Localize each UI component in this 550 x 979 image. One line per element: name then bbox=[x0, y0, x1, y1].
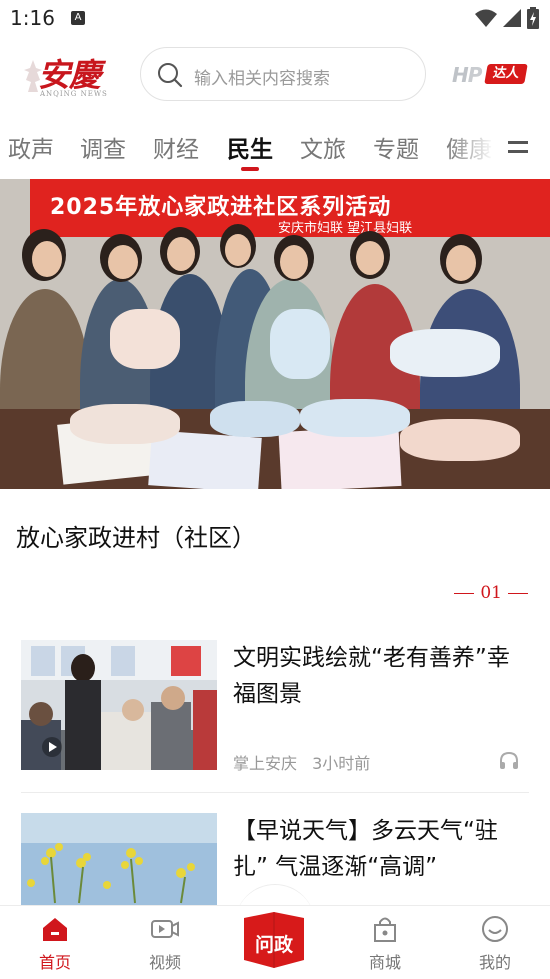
wifi-icon bbox=[475, 9, 497, 27]
indicator-line bbox=[508, 592, 528, 594]
nav-video[interactable]: 视频 bbox=[130, 914, 200, 978]
nav-wenzheng-label: 问政 bbox=[254, 934, 293, 956]
hero-headline[interactable]: 放心家政进村（社区） bbox=[16, 518, 256, 553]
nav-wenzheng[interactable]: 问政 bbox=[241, 908, 307, 970]
person-face bbox=[167, 237, 195, 271]
category-tabs: 政声 调查 财经 民生 文旅 专题 健康 bbox=[0, 122, 550, 174]
nav-profile-label: 我的 bbox=[478, 953, 511, 972]
news-list-item[interactable]: 文明实践绘就“老有善养”幸福图景 掌上安庆 3小时前 bbox=[0, 640, 550, 795]
news-thumbnail bbox=[21, 640, 217, 770]
battery-icon bbox=[527, 7, 539, 29]
active-tab-indicator bbox=[241, 167, 259, 171]
nav-video-label: 视频 bbox=[148, 953, 181, 972]
signal-icon bbox=[503, 9, 521, 27]
logo-subtext: ANQING NEWS bbox=[40, 90, 108, 98]
tab-diaocha[interactable]: 调查 bbox=[80, 130, 126, 164]
person-face bbox=[446, 245, 476, 281]
status-time: 1:16 bbox=[10, 6, 55, 30]
person-face bbox=[108, 245, 138, 279]
baby-doll bbox=[300, 399, 410, 437]
news-source: 掌上安庆 bbox=[233, 754, 298, 773]
hero-banner-subtext: 安庆市妇联 望江县妇联 bbox=[278, 221, 413, 236]
nav-home-label: 首页 bbox=[38, 953, 71, 972]
baby-doll bbox=[270, 309, 330, 379]
tab-minsheng[interactable]: 民生 bbox=[227, 130, 273, 164]
hero-image[interactable]: 2025年放心家政进社区系列活动 安庆市妇联 望江县妇联 bbox=[0, 179, 550, 489]
profile-icon bbox=[482, 916, 508, 942]
baby-doll bbox=[400, 419, 520, 461]
indicator-line bbox=[454, 592, 475, 594]
app-header: 安慶 ANQING NEWS 输入相关内容搜索 HP 达人 bbox=[0, 38, 550, 112]
baby-doll bbox=[70, 404, 180, 444]
person-face bbox=[356, 241, 384, 275]
indicator-number: 01 bbox=[480, 583, 502, 603]
tab-wenlv[interactable]: 文旅 bbox=[300, 130, 346, 164]
status-bar: 1:16 A bbox=[0, 0, 550, 38]
news-title: 【早说天气】多云天气“驻扎” 气温逐渐“高调” bbox=[233, 818, 498, 880]
sim-notification-icon: A bbox=[71, 11, 85, 25]
search-bar[interactable]: 输入相关内容搜索 bbox=[140, 47, 426, 101]
daren-button[interactable]: HP 达人 bbox=[452, 62, 528, 88]
menu-icon[interactable] bbox=[506, 136, 530, 158]
search-placeholder: 输入相关内容搜索 bbox=[194, 69, 330, 89]
daren-label: 达人 bbox=[484, 64, 528, 84]
baby-doll bbox=[210, 401, 300, 437]
person-face bbox=[280, 245, 308, 279]
baby-doll bbox=[390, 329, 500, 377]
search-icon bbox=[158, 63, 183, 88]
anqing-logo: 安慶 ANQING NEWS bbox=[20, 50, 112, 102]
carousel-indicator: 01 bbox=[454, 582, 528, 604]
play-icon[interactable] bbox=[41, 736, 63, 758]
news-time: 3小时前 bbox=[312, 754, 371, 773]
home-icon bbox=[43, 918, 67, 941]
headphones-icon[interactable] bbox=[498, 750, 520, 772]
nav-home[interactable]: 首页 bbox=[20, 914, 90, 978]
nav-shop-label: 商城 bbox=[368, 953, 401, 972]
tab-zhengsheng[interactable]: 政声 bbox=[8, 130, 54, 164]
person-face bbox=[32, 241, 62, 277]
tab-caijing[interactable]: 财经 bbox=[153, 130, 199, 164]
list-divider bbox=[21, 792, 529, 793]
shop-icon bbox=[374, 917, 396, 942]
news-title: 文明实践绘就“老有善养”幸福图景 bbox=[233, 645, 510, 707]
baby-doll bbox=[110, 309, 180, 369]
hp-logo-icon: HP bbox=[452, 63, 482, 87]
video-icon bbox=[151, 920, 179, 938]
tabs-fade bbox=[446, 122, 506, 174]
news-meta: 掌上安庆 3小时前 bbox=[233, 750, 370, 774]
person-face bbox=[225, 234, 251, 266]
nav-shop[interactable]: 商城 bbox=[350, 914, 420, 978]
system-icons bbox=[474, 7, 540, 29]
nav-profile[interactable]: 我的 bbox=[460, 914, 530, 978]
tab-zhuanti[interactable]: 专题 bbox=[373, 130, 419, 164]
